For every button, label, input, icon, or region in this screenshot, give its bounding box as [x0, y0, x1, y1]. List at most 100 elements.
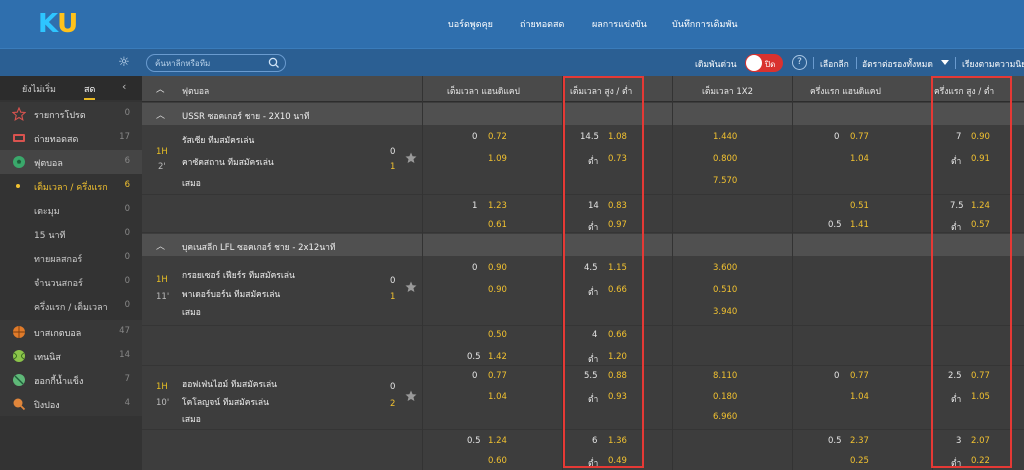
- away-team[interactable]: พาเดอร์บอร์น ทีมสมัครเล่น: [182, 287, 280, 301]
- 1x2-odds[interactable]: 8.110: [713, 371, 737, 381]
- sidebar-sub-corners[interactable]: เตะมุม 0: [0, 198, 142, 222]
- sidebar-sub-fulltime-firsthalf[interactable]: เต็มเวลา / ครึ่งแรก 6: [0, 174, 142, 198]
- 1x2-odds[interactable]: 0.180: [713, 392, 737, 402]
- hdp-odds[interactable]: 1.04: [488, 392, 507, 402]
- favorite-star-icon[interactable]: [405, 390, 417, 402]
- ou-odds[interactable]: 1.15: [608, 263, 627, 273]
- ou-odds[interactable]: 0.77: [971, 371, 990, 381]
- hdp-odds[interactable]: 1.23: [488, 201, 507, 211]
- odds-type-dropdown[interactable]: อัตราต่อรองทั้งหมด: [862, 57, 933, 71]
- sidebar-item-favorites[interactable]: รายการโปรด 0: [0, 102, 142, 126]
- ou-odds[interactable]: 2.07: [971, 436, 990, 446]
- sub-bar: ☼ เดิมพันด่วน ปิด ? เลือกลีก อัตราต่อรอง…: [0, 48, 1024, 76]
- sidebar-item-basketball[interactable]: บาสเกตบอล 47: [0, 320, 142, 344]
- favorite-star-icon[interactable]: [405, 281, 417, 293]
- 1x2-odds[interactable]: 1.440: [713, 132, 737, 142]
- sidebar-sub-count: 0: [124, 252, 130, 262]
- nav-bet-history[interactable]: บันทึกการเดิมพัน: [672, 17, 738, 31]
- ou-odds[interactable]: 0.91: [971, 154, 990, 164]
- hdp-odds[interactable]: 1.04: [850, 154, 869, 164]
- chevron-up-icon[interactable]: ︿: [156, 239, 165, 252]
- 1x2-odds[interactable]: 3.940: [713, 307, 737, 317]
- under-label: ต่ำ: [588, 355, 599, 365]
- theme-sun-icon[interactable]: ☼: [116, 55, 132, 71]
- collapse-all-chevron-icon[interactable]: ︿: [156, 83, 165, 95]
- hdp-odds[interactable]: 0.51: [850, 201, 869, 211]
- 1x2-odds[interactable]: 0.800: [713, 154, 737, 164]
- hdp-odds[interactable]: 0.90: [488, 263, 507, 273]
- hdp-odds[interactable]: 1.24: [488, 436, 507, 446]
- ou-odds[interactable]: 0.57: [971, 220, 990, 230]
- 1x2-odds[interactable]: 0.510: [713, 285, 737, 295]
- 1x2-odds[interactable]: 7.570: [713, 176, 737, 186]
- hdp-odds[interactable]: 0.60: [488, 456, 507, 466]
- hdp-odds[interactable]: 0.77: [488, 371, 507, 381]
- home-team[interactable]: รัสเซีย ทีมสมัครเล่น: [182, 133, 254, 147]
- ou-odds[interactable]: 0.88: [608, 371, 627, 381]
- hdp-odds[interactable]: 1.04: [850, 392, 869, 402]
- 1x2-odds[interactable]: 6.960: [713, 412, 737, 422]
- ou-odds[interactable]: 0.83: [608, 201, 627, 211]
- sidebar-item-soccer[interactable]: ฟุตบอล 6: [0, 150, 142, 174]
- hdp-odds[interactable]: 0.61: [488, 220, 507, 230]
- help-icon[interactable]: ?: [792, 55, 807, 70]
- soccer-ball-icon: [13, 156, 25, 168]
- hdp-odds[interactable]: 0.72: [488, 132, 507, 142]
- nav-live-stream[interactable]: ถ่ายทอดสด: [520, 17, 564, 31]
- hdp-odds[interactable]: 1.41: [850, 220, 869, 230]
- hdp-odds[interactable]: 0.90: [488, 285, 507, 295]
- collapse-chevron-icon[interactable]: ‹: [122, 80, 126, 93]
- league-header[interactable]: ︿ บุคเนสลีก LFL ซอคเกอร์ ชาย - 2x12นาที: [142, 234, 1024, 256]
- search-input[interactable]: [155, 57, 265, 69]
- ou-odds[interactable]: 1.05: [971, 392, 990, 402]
- ou-odds[interactable]: 0.73: [608, 154, 627, 164]
- away-team[interactable]: คาซัคสถาน ทีมสมัครเล่น: [182, 155, 274, 169]
- divider: [856, 57, 857, 69]
- chevron-down-icon[interactable]: [941, 60, 949, 66]
- away-team[interactable]: โคโลญจน์ ทีมสมัครเล่น: [182, 395, 269, 409]
- ou-odds[interactable]: 0.93: [608, 392, 627, 402]
- hdp-odds[interactable]: 0.77: [850, 132, 869, 142]
- under-label: ต่ำ: [951, 157, 962, 167]
- ou-odds[interactable]: 0.97: [608, 220, 627, 230]
- hdp-odds[interactable]: 0.50: [488, 330, 507, 340]
- nav-results[interactable]: ผลการแข่งขัน: [592, 17, 647, 31]
- ou-odds[interactable]: 1.08: [608, 132, 627, 142]
- league-header[interactable]: ︿ USSR ซอคเกอร์ ชาย - 2X10 นาที: [142, 103, 1024, 125]
- ou-line: 2.5: [948, 371, 962, 381]
- quick-bet-toggle[interactable]: ปิด: [745, 54, 783, 72]
- ou-odds[interactable]: 1.20: [608, 352, 627, 362]
- sidebar-item-ice-hockey[interactable]: ฮอกกี้น้ำแข็ง 7: [0, 368, 142, 392]
- hdp-odds[interactable]: 1.09: [488, 154, 507, 164]
- nav-forum[interactable]: บอร์ดพูดคุย: [448, 17, 493, 31]
- hdp-odds[interactable]: 0.77: [850, 371, 869, 381]
- ou-odds[interactable]: 1.36: [608, 436, 627, 446]
- ou-odds[interactable]: 0.49: [608, 456, 627, 466]
- sidebar-item-tennis[interactable]: เทนนิส 14: [0, 344, 142, 368]
- hdp-odds[interactable]: 1.42: [488, 352, 507, 362]
- sort-popularity-link[interactable]: เรียงตามความนิยม: [962, 57, 1024, 71]
- ou-odds[interactable]: 0.66: [608, 285, 627, 295]
- home-team[interactable]: กรอยเซอร์ เฟียร์ร ทีมสมัครเล่น: [182, 268, 295, 282]
- tab-not-started[interactable]: ยังไม่เริ่ม: [22, 82, 56, 96]
- ou-odds[interactable]: 0.66: [608, 330, 627, 340]
- sidebar-sub-correct-score[interactable]: ทายผลสกอร์ 0: [0, 246, 142, 270]
- hdp-odds[interactable]: 2.37: [850, 436, 869, 446]
- search-icon[interactable]: [268, 56, 280, 70]
- sidebar-item-table-tennis[interactable]: ปิงปอง 4: [0, 392, 142, 416]
- favorite-star-icon[interactable]: [405, 152, 417, 164]
- ou-odds[interactable]: 0.90: [971, 132, 990, 142]
- 1x2-odds[interactable]: 3.600: [713, 263, 737, 273]
- sidebar-sub-total-goals[interactable]: จำนวนสกอร์ 0: [0, 270, 142, 294]
- home-team[interactable]: ฮอฟเฟ่นไฮม์ ทีมสมัครเล่น: [182, 377, 277, 391]
- sidebar-sub-15min[interactable]: 15 นาที 0: [0, 222, 142, 246]
- hdp-odds[interactable]: 0.25: [850, 456, 869, 466]
- sidebar-sub-label: 15 นาที: [34, 231, 66, 241]
- sidebar-sub-ht-ft[interactable]: ครึ่งแรก / เต็มเวลา 0: [0, 294, 142, 318]
- ou-odds[interactable]: 0.22: [971, 456, 990, 466]
- ou-odds[interactable]: 1.24: [971, 201, 990, 211]
- tab-live[interactable]: สด: [84, 82, 96, 100]
- sidebar-item-live-stream[interactable]: ถ่ายทอดสด 17: [0, 126, 142, 150]
- select-league-link[interactable]: เลือกลีก: [820, 57, 849, 71]
- chevron-up-icon[interactable]: ︿: [156, 108, 165, 121]
